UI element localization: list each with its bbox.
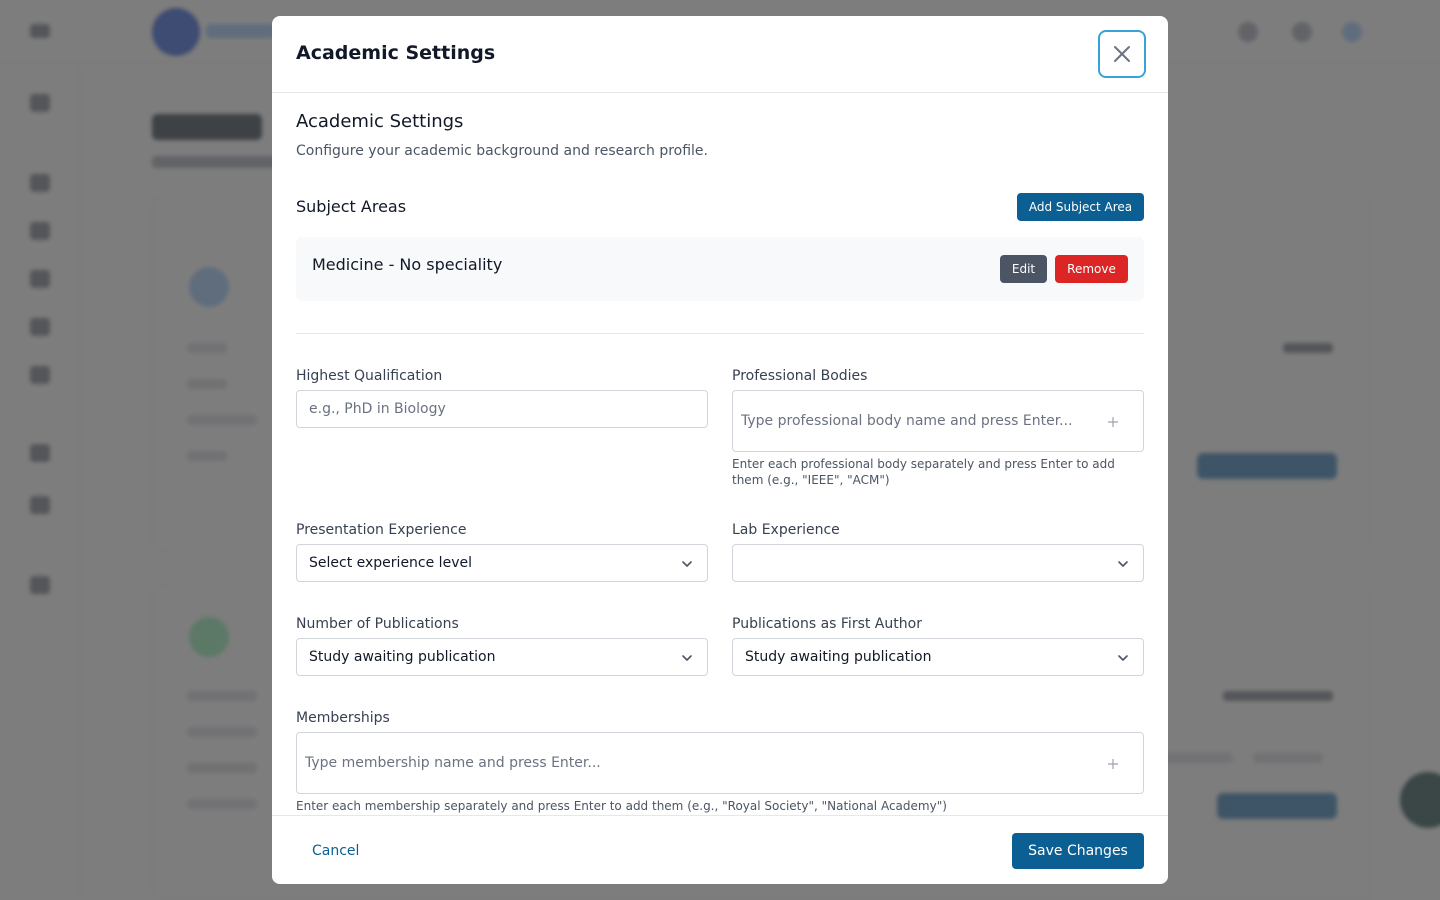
lab-experience-select[interactable]	[732, 544, 1144, 582]
close-icon	[1114, 46, 1130, 62]
chevron-down-icon	[682, 655, 692, 661]
professional-bodies-field[interactable]	[732, 390, 1144, 452]
presentation-experience-select[interactable]: Select experience level	[296, 544, 708, 582]
subject-area-name: Medicine - No speciality	[312, 255, 503, 274]
section-description: Configure your academic background and r…	[296, 143, 708, 159]
modal-footer: Cancel Save Changes	[272, 815, 1168, 884]
save-changes-button[interactable]: Save Changes	[1012, 833, 1144, 869]
number-of-publications-select[interactable]: Study awaiting publication	[296, 638, 708, 676]
memberships-field[interactable]	[296, 732, 1144, 794]
publications-first-author-select[interactable]: Study awaiting publication	[732, 638, 1144, 676]
chevron-down-icon	[682, 561, 692, 567]
memberships-hint: Enter each membership separately and pre…	[296, 799, 947, 813]
modal-header: Academic Settings	[272, 16, 1168, 93]
number-of-publications-label: Number of Publications	[296, 616, 459, 632]
modal-body[interactable]: Academic Settings Configure your academi…	[272, 93, 1168, 815]
close-button[interactable]	[1098, 30, 1146, 78]
presentation-experience-label: Presentation Experience	[296, 522, 467, 538]
cancel-button[interactable]: Cancel	[296, 833, 376, 869]
subject-areas-title: Subject Areas	[296, 197, 407, 216]
professional-bodies-label: Professional Bodies	[732, 368, 868, 384]
subject-area-item: Medicine - No speciality Edit Remove	[296, 237, 1144, 301]
professional-bodies-input[interactable]	[741, 409, 1091, 433]
professional-bodies-hint: Enter each professional body separately …	[732, 457, 1115, 487]
publications-first-author-value: Study awaiting publication	[745, 649, 932, 665]
add-subject-area-button[interactable]: Add Subject Area	[1017, 193, 1144, 221]
plus-icon[interactable]	[1103, 754, 1123, 774]
publications-first-author-label: Publications as First Author	[732, 616, 922, 632]
edit-subject-button[interactable]: Edit	[1000, 255, 1047, 283]
plus-icon[interactable]	[1103, 412, 1123, 432]
memberships-input[interactable]	[305, 751, 1085, 775]
remove-subject-button[interactable]: Remove	[1055, 255, 1128, 283]
modal-title: Academic Settings	[296, 42, 496, 64]
divider	[296, 333, 1144, 334]
presentation-experience-value: Select experience level	[309, 555, 472, 571]
academic-settings-modal: Academic Settings Academic Settings Conf…	[272, 16, 1168, 884]
chevron-down-icon	[1118, 655, 1128, 661]
memberships-label: Memberships	[296, 710, 390, 726]
lab-experience-label: Lab Experience	[732, 522, 840, 538]
number-of-publications-value: Study awaiting publication	[309, 649, 496, 665]
section-title: Academic Settings	[296, 111, 464, 132]
highest-qualification-label: Highest Qualification	[296, 368, 443, 384]
chevron-down-icon	[1118, 561, 1128, 567]
highest-qualification-input[interactable]	[296, 390, 708, 428]
